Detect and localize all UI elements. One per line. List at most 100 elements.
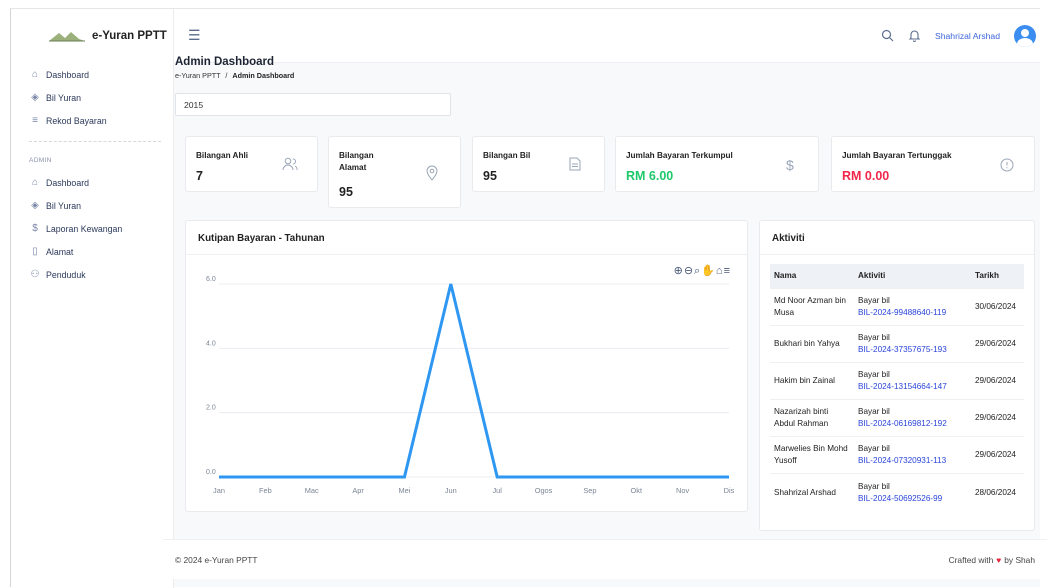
x-tick-label: Jan [213, 486, 225, 495]
list-icon: ≡ [32, 115, 38, 126]
heart-icon: ♥ [996, 554, 1002, 565]
sidebar: e-Yuran PPTT ⌂ Dashboard ◈ Bil Yuran ≡ Reko… [11, 9, 174, 588]
table-row[interactable]: Marwelies Bin Mohd Yusoff Bayar bil BIL-20… [770, 436, 1024, 474]
activity-name: Nazarizah binti Abdul Rahman [770, 399, 854, 437]
x-tick-label: Nov [676, 486, 689, 495]
activity-name: Hakim bin Zainal [770, 361, 854, 400]
stat-label: Jumlah Bayaran Tertunggak [842, 151, 952, 160]
menu-toggle-icon[interactable]: ☰ [188, 27, 201, 44]
sidebar-item-admin-dashboard[interactable]: ⌂ Dashboard [29, 171, 173, 194]
sidebar-item-penduduk[interactable]: ⚇ Penduduk [29, 263, 173, 286]
dollar-icon: $ [786, 157, 794, 173]
sidebar-item-label: Dashboard [46, 69, 90, 80]
activity-cell: Bayar bil BIL-2024-13154664-147 [854, 361, 971, 400]
breadcrumb-separator: / [225, 71, 228, 80]
page-title: Admin Dashboard [175, 56, 275, 68]
user-name[interactable]: Shahrizal Arshad [935, 31, 1000, 41]
sidebar-item-admin-bil-yuran[interactable]: ◈ Bil Yuran [29, 194, 173, 217]
alert-circle-icon [1000, 158, 1014, 172]
stat-label: Bilangan Ahli [196, 151, 249, 160]
app-logo[interactable]: e-Yuran PPTT [11, 9, 173, 63]
sidebar-item-label: Dashboard [46, 177, 90, 188]
footer-credit: Crafted with ♥ by Shah [949, 555, 1035, 565]
stat-card-tertunggak: Jumlah Bayaran Tertunggak RM 0.00 [831, 136, 1035, 192]
table-row[interactable]: Shahrizal Arshad Bayar bil BIL-2024-506925… [770, 473, 1024, 512]
breadcrumb: e-Yuran PPTT / Admin Dashboard [175, 71, 294, 80]
top-bar: ☰ Shahrizal Arshad [174, 9, 1040, 63]
x-tick-label: Dis [724, 486, 735, 495]
bill-link[interactable]: BIL-2024-50692526-99 [858, 493, 967, 505]
stat-label: Bilangan Bil [483, 151, 531, 160]
activity-name: Shahrizal Arshad [770, 473, 854, 512]
layers-icon: ◈ [31, 92, 39, 103]
sidebar-item-label: Bil Yuran [46, 200, 82, 211]
column-header-aktiviti[interactable]: Aktiviti [854, 264, 971, 288]
activity-action: Bayar bil [858, 481, 890, 491]
activity-cell: Bayar bil BIL-2024-50692526-99 [854, 473, 971, 512]
bill-link[interactable]: BIL-2024-37357675-193 [858, 344, 967, 356]
stat-value: 95 [339, 185, 353, 199]
avatar[interactable] [1014, 24, 1036, 47]
column-header-tarikh[interactable]: Tarikh [971, 264, 1024, 288]
y-tick-label: 0.0 [206, 469, 216, 476]
year-select[interactable]: 2015 [175, 93, 451, 116]
bill-link[interactable]: BIL-2024-07320931-113 [858, 455, 967, 467]
y-tick-label: 4.0 [206, 340, 216, 347]
series-line [219, 283, 729, 479]
sidebar-item-label: Penduduk [46, 269, 86, 280]
app-name: e-Yuran PPTT [92, 30, 167, 42]
x-tick-label: Sep [583, 486, 596, 495]
activity-name: Md Noor Azman bin Musa [770, 287, 854, 326]
x-tick-label: Apr [352, 486, 364, 495]
chart-panel: Kutipan Bayaran - Tahunan ⊕⊖⌕✋⌂≡ 0.0 2.0 4… [185, 220, 748, 512]
activity-cell: Bayar bil BIL-2024-06169812-192 [854, 399, 971, 437]
x-tick-label: Mac [305, 486, 319, 495]
sidebar-divider [29, 141, 161, 142]
stat-value: 7 [196, 169, 203, 183]
activity-date: 30/06/2024 [971, 287, 1024, 326]
file-icon [569, 157, 581, 171]
sidebar-item-alamat[interactable]: ▯ Alamat [29, 240, 173, 263]
sidebar-item-dashboard[interactable]: ⌂ Dashboard [29, 63, 173, 86]
stat-label: Bilangan Alamat [339, 151, 374, 172]
logo-icon [49, 32, 85, 42]
chart-title: Kutipan Bayaran - Tahunan [186, 221, 747, 255]
stat-card-alamat: Bilangan Alamat 95 [328, 136, 461, 208]
x-tick-label: Ogos [535, 486, 553, 495]
x-tick-label: Mei [398, 486, 410, 495]
y-tick-label: 2.0 [206, 405, 216, 412]
bill-link[interactable]: BIL-2024-99488640-119 [858, 307, 967, 319]
sidebar-item-rekod-bayaran[interactable]: ≡ Rekod Bayaran [29, 109, 173, 132]
line-chart: 0.0 2.0 4.0 6.0 Jan Feb Mac Apr Mei Jun Jul Ogos Sep… [206, 276, 735, 495]
x-tick-label: Okt [631, 486, 643, 495]
table-row[interactable]: Nazarizah binti Abdul Rahman Bayar bil BIL… [770, 399, 1024, 437]
search-icon[interactable] [881, 29, 894, 42]
activity-date: 29/06/2024 [971, 324, 1024, 363]
stat-value: 95 [483, 169, 497, 183]
sidebar-item-label: Rekod Bayaran [46, 115, 107, 126]
table-row[interactable]: Md Noor Azman bin Musa Bayar bil BIL-2024-… [770, 287, 1024, 326]
stat-card-ahli: Bilangan Ahli 7 [185, 136, 318, 192]
bill-link[interactable]: BIL-2024-06169812-192 [858, 418, 967, 430]
footer-credit-post: by Shah [1004, 554, 1035, 565]
dollar-icon: $ [32, 223, 38, 234]
activity-cell: Bayar bil BIL-2024-37357675-193 [854, 324, 971, 363]
breadcrumb-home-link[interactable]: e-Yuran PPTT [175, 71, 220, 80]
sidebar-item-laporan-kewangan[interactable]: $ Laporan Kewangan [29, 217, 173, 240]
bill-link[interactable]: BIL-2024-13154664-147 [858, 381, 967, 393]
activity-table: Nama Aktiviti Tarikh Md Noor Azman bin M… [770, 264, 1024, 512]
stat-card-terkumpul: Jumlah Bayaran Terkumpul RM 6.00 $ [615, 136, 819, 192]
sidebar-item-label: Bil Yuran [46, 92, 82, 103]
activity-action: Bayar bil [858, 369, 890, 379]
table-row[interactable]: Bukhari bin Yahya Bayar bil BIL-2024-37357… [770, 324, 1024, 363]
stat-label: Jumlah Bayaran Terkumpul [626, 151, 733, 160]
column-header-nama[interactable]: Nama [770, 264, 854, 288]
layers-icon: ◈ [31, 200, 39, 211]
activity-action: Bayar bil [858, 295, 890, 305]
map-pin-icon [426, 165, 438, 181]
activity-date: 29/06/2024 [971, 399, 1024, 437]
bell-icon[interactable] [908, 29, 921, 42]
footer: © 2024 e-Yuran PPTT Crafted with ♥ by Sh… [163, 539, 1047, 579]
table-row[interactable]: Hakim bin Zainal Bayar bil BIL-2024-131546… [770, 361, 1024, 400]
sidebar-item-bil-yuran[interactable]: ◈ Bil Yuran [29, 86, 173, 109]
